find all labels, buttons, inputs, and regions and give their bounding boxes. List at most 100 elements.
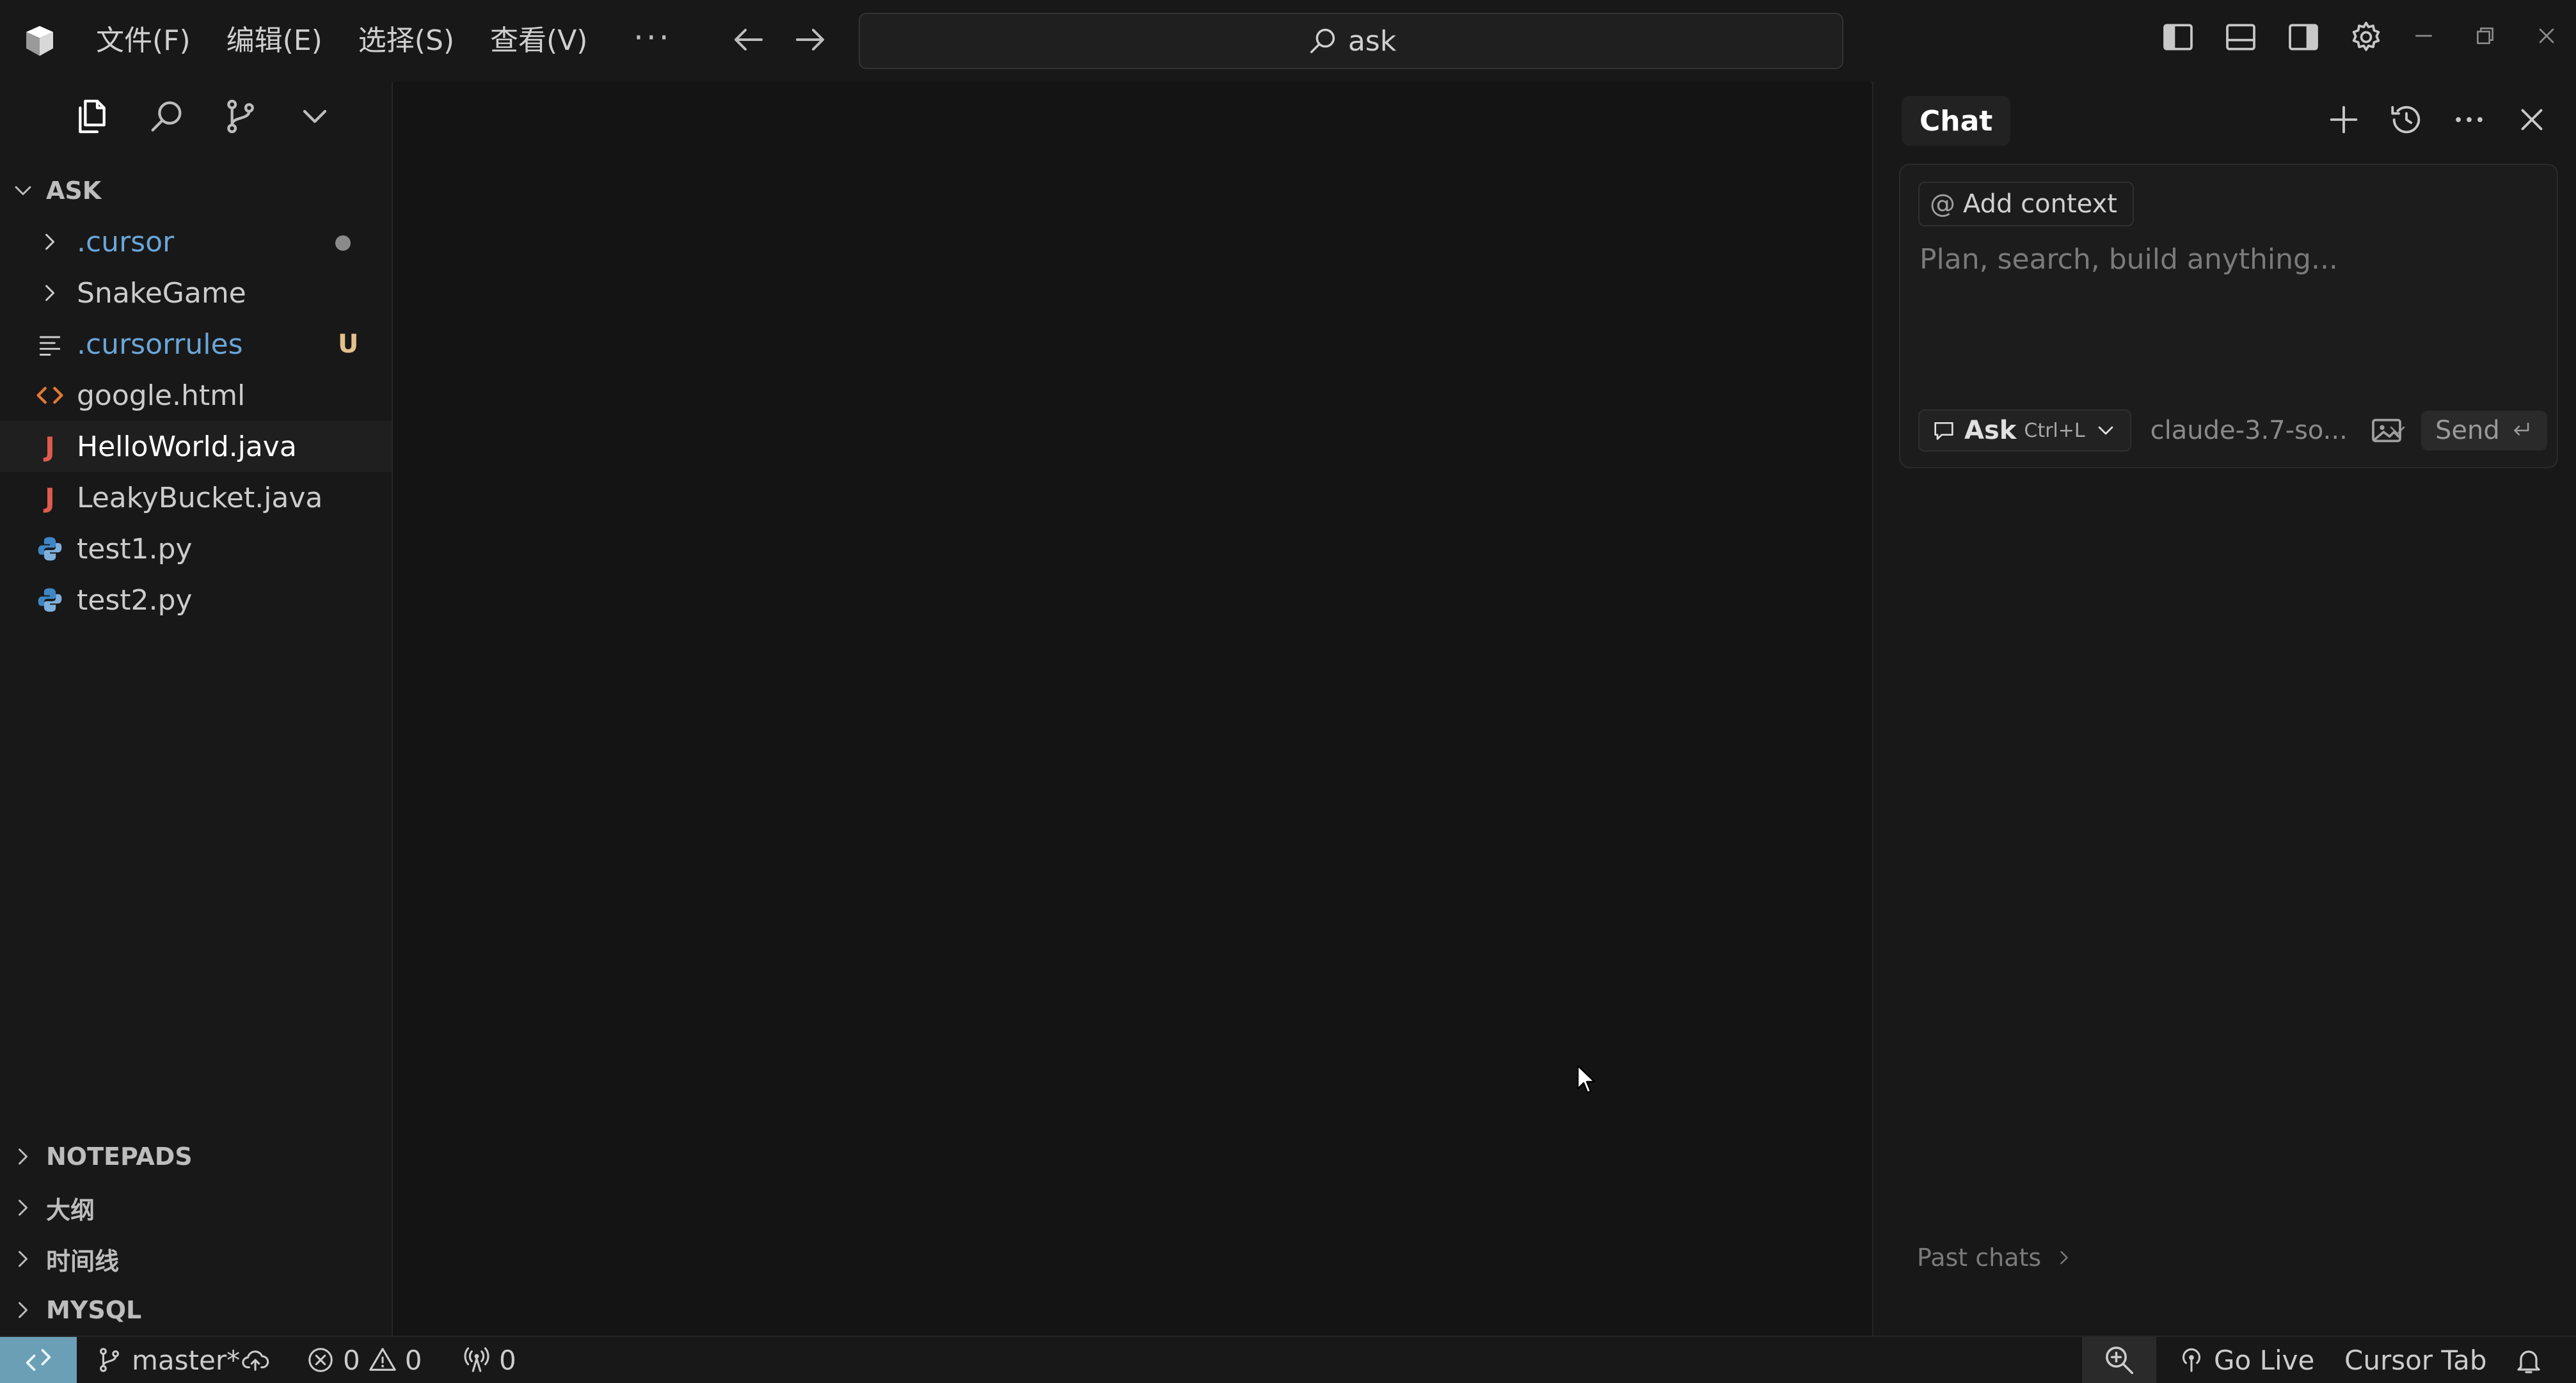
chevron-right-icon — [9, 1245, 37, 1273]
remote-icon — [22, 1343, 55, 1377]
menu-view[interactable]: 查看(V) — [490, 22, 587, 60]
cursor-tab-button[interactable]: Cursor Tab — [2344, 1337, 2487, 1383]
zoom-in-icon — [2102, 1343, 2136, 1377]
mode-select[interactable]: Ask Ctrl+L — [1918, 409, 2131, 452]
tree-item-cursorrules[interactable]: .cursorrules U — [0, 319, 392, 370]
activity-bar — [72, 96, 335, 137]
toggle-primary-sidebar-icon[interactable] — [2160, 19, 2196, 55]
minimize-icon[interactable] — [2411, 23, 2437, 49]
menu-more-button[interactable]: ··· — [633, 19, 672, 56]
section-outline[interactable]: 大纲 — [0, 1182, 193, 1233]
zoom-indicator[interactable] — [2082, 1337, 2156, 1383]
tree-item-helloworld-java[interactable]: J HelloWorld.java — [0, 421, 392, 472]
chevron-right-icon — [36, 228, 64, 256]
untracked-badge: U — [338, 329, 359, 359]
html-file-icon — [36, 381, 64, 409]
more-horizontal-icon[interactable] — [2451, 101, 2488, 138]
section-timeline[interactable]: 时间线 — [0, 1233, 193, 1284]
mode-label: Ask — [1964, 416, 2017, 445]
past-chats-link[interactable]: Past chats — [1917, 1244, 2076, 1272]
past-chats-label: Past chats — [1917, 1244, 2042, 1272]
section-title: 时间线 — [46, 1247, 120, 1276]
chevron-down-icon — [2093, 418, 2119, 443]
tree-item-test2-py[interactable]: test2.py — [0, 574, 392, 626]
toggle-secondary-sidebar-icon[interactable] — [2286, 19, 2321, 55]
tree-item-label: test2.py — [77, 583, 193, 617]
search-text: ask — [1348, 24, 1397, 58]
explorer-folder-header[interactable]: ASK — [0, 171, 101, 210]
title-bar: 文件(F) 编辑(E) 选择(S) 查看(V) ··· ask — [0, 0, 2576, 83]
branch-indicator[interactable]: master* — [95, 1337, 240, 1383]
tree-item-google-html[interactable]: google.html — [0, 370, 392, 421]
ports-count: 0 — [499, 1344, 516, 1376]
tree-item-label: SnakeGame — [77, 276, 246, 310]
window-controls — [2411, 23, 2559, 49]
plus-icon[interactable] — [2325, 101, 2362, 138]
search-icon — [1306, 24, 1339, 58]
chevron-right-icon — [9, 1194, 37, 1222]
remote-indicator[interactable] — [0, 1337, 77, 1383]
chat-composer: @ Add context Ask Ctrl+L claude-3.7-so..… — [1899, 164, 2558, 468]
go-live-button[interactable]: Go Live — [2177, 1337, 2314, 1383]
model-label: claude-3.7-so... — [2150, 416, 2348, 445]
explorer-icon[interactable] — [72, 96, 113, 137]
menu-file[interactable]: 文件(F) — [96, 22, 191, 60]
chevron-right-icon — [36, 279, 64, 307]
tree-item-test1-py[interactable]: test1.py — [0, 523, 392, 574]
tree-item-label: .cursorrules — [77, 328, 243, 361]
close-window-icon[interactable] — [2534, 23, 2559, 49]
toggle-panel-icon[interactable] — [2223, 19, 2259, 55]
close-icon[interactable] — [2513, 101, 2550, 138]
chat-tab[interactable]: Chat — [1902, 96, 2011, 146]
chevron-right-icon — [9, 1296, 37, 1324]
image-icon[interactable] — [2369, 413, 2405, 448]
broadcast-icon — [2177, 1345, 2206, 1375]
ports-indicator[interactable]: 0 — [462, 1337, 516, 1383]
section-notepads[interactable]: NOTEPADS — [0, 1131, 193, 1182]
bell-icon[interactable] — [2513, 1345, 2544, 1376]
command-center-search[interactable]: ask — [859, 13, 1843, 69]
chevron-right-icon — [9, 1142, 37, 1171]
search-icon[interactable] — [146, 96, 187, 137]
chevron-down-icon[interactable] — [294, 96, 335, 137]
status-bar: master* 0 0 0 Go Live Cursor Tab — [0, 1336, 2576, 1383]
send-button[interactable]: Send — [2421, 411, 2547, 450]
arrow-right-icon[interactable] — [791, 20, 829, 59]
cloud-upload-icon[interactable] — [239, 1345, 271, 1375]
restore-icon[interactable] — [2472, 23, 2498, 49]
gear-icon[interactable] — [2348, 19, 2384, 55]
add-context-label: Add context — [1963, 189, 2117, 219]
source-control-icon[interactable] — [220, 96, 261, 137]
arrow-left-icon[interactable] — [729, 20, 768, 59]
editor-area[interactable] — [393, 82, 1871, 1336]
primary-sidebar: ASK .cursor SnakeGame .cursorrules U goo… — [0, 82, 393, 1336]
add-context-button[interactable]: @ Add context — [1918, 182, 2134, 226]
section-title: 大纲 — [46, 1196, 95, 1224]
tree-item-snakegame-folder[interactable]: SnakeGame — [0, 267, 392, 319]
chevron-right-icon — [2053, 1246, 2076, 1269]
menu-selection[interactable]: 选择(S) — [358, 22, 454, 60]
sidebar-bottom-sections: NOTEPADS 大纲 时间线 MYSQL — [0, 1131, 193, 1336]
send-label: Send — [2435, 416, 2500, 445]
warning-count: 0 — [404, 1344, 422, 1376]
tree-item-cursor-folder[interactable]: .cursor — [0, 216, 392, 267]
python-file-icon — [36, 586, 64, 614]
section-title: NOTEPADS — [46, 1142, 193, 1171]
explorer-folder-title: ASK — [46, 177, 102, 205]
chat-bubble-icon — [1931, 418, 1957, 443]
cursor-logo-icon — [22, 23, 58, 59]
modified-dot — [335, 235, 351, 251]
chat-prompt-input[interactable] — [1918, 242, 2535, 372]
branch-name: master* — [132, 1344, 241, 1376]
text-lines-icon — [36, 330, 64, 358]
error-count: 0 — [343, 1344, 360, 1376]
java-file-icon: J — [45, 482, 55, 514]
history-icon[interactable] — [2388, 101, 2425, 138]
problems-indicator[interactable]: 0 0 — [306, 1337, 422, 1383]
mouse-pointer-icon — [1577, 1064, 1598, 1096]
tree-item-label: HelloWorld.java — [77, 430, 297, 463]
tree-item-leakybucket-java[interactable]: J LeakyBucket.java — [0, 472, 392, 523]
menu-edit[interactable]: 编辑(E) — [227, 22, 322, 60]
section-mysql[interactable]: MYSQL — [0, 1284, 193, 1336]
tree-item-label: google.html — [77, 379, 246, 412]
